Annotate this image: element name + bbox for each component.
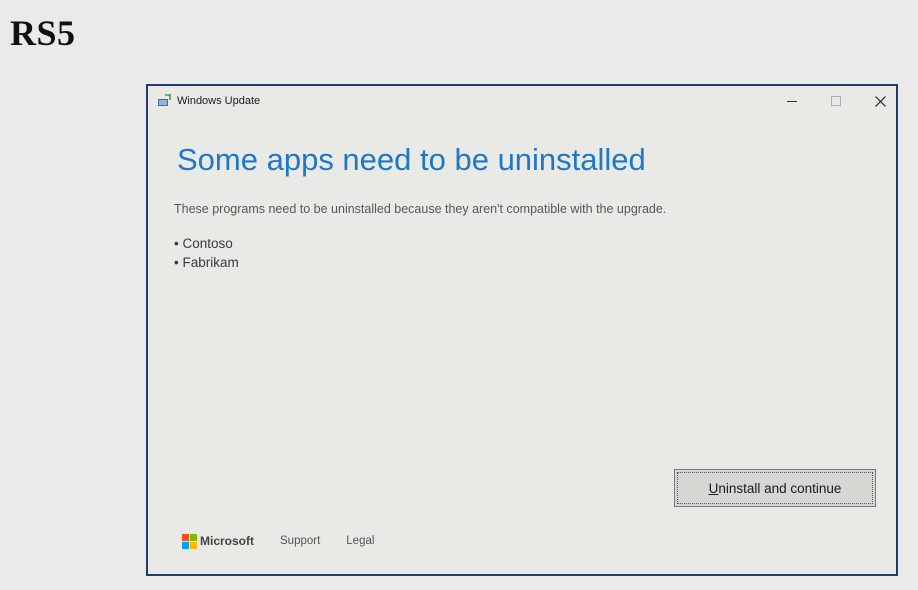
- maximize-icon: [831, 96, 841, 106]
- slide-title: RS5: [10, 13, 76, 53]
- close-icon: [874, 95, 886, 107]
- uninstall-and-continue-button[interactable]: Uninstall and continue: [674, 469, 876, 507]
- list-item-fabrikam: • Fabrikam: [174, 255, 239, 270]
- microsoft-logo-icon: [182, 533, 197, 549]
- windows-update-dialog: Windows Update Some apps need to be unin…: [146, 84, 898, 576]
- button-label: ninstall and continue: [718, 480, 842, 496]
- page-heading: Some apps need to be uninstalled: [177, 142, 646, 177]
- support-link[interactable]: Support: [280, 535, 320, 547]
- microsoft-brand: Microsoft: [200, 534, 254, 548]
- button-mnemonic: U: [708, 480, 719, 496]
- incompatible-apps-list: • Contoso • Fabrikam: [174, 234, 239, 272]
- description-text: These programs need to be uninstalled be…: [174, 202, 667, 216]
- minimize-icon: [787, 101, 797, 102]
- legal-link[interactable]: Legal: [346, 535, 374, 547]
- footer: Microsoft Support Legal: [182, 532, 400, 550]
- minimize-button[interactable]: [770, 86, 814, 116]
- close-button[interactable]: [858, 86, 902, 116]
- list-item-contoso: • Contoso: [174, 236, 233, 251]
- windows-update-app-icon: [158, 94, 172, 106]
- maximize-button[interactable]: [814, 86, 858, 116]
- window-title: Windows Update: [177, 95, 261, 107]
- title-bar[interactable]: Windows Update: [148, 86, 896, 116]
